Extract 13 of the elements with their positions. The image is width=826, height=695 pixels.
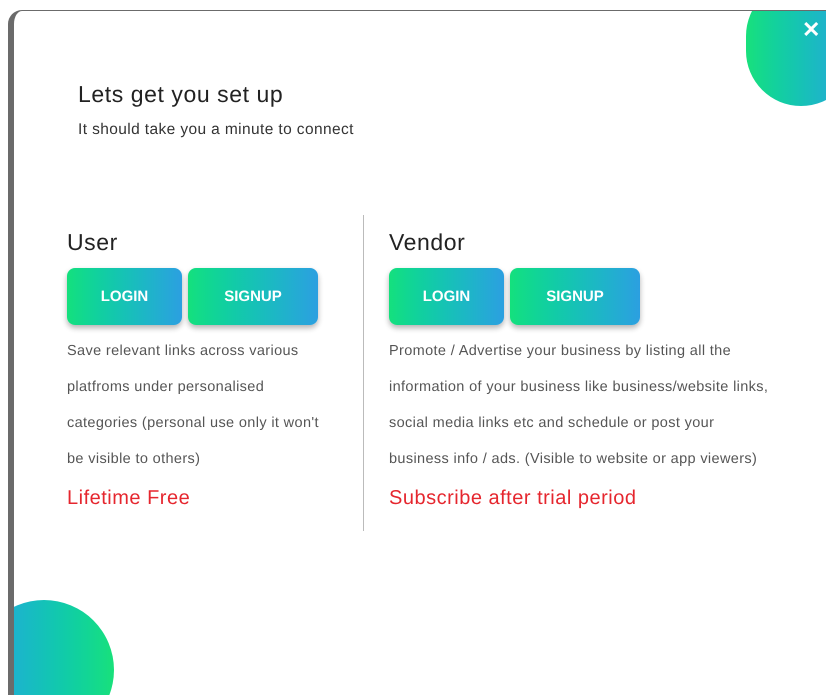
- section-heading: User: [67, 228, 119, 257]
- signup-button[interactable]: SIGNUP: [188, 268, 318, 326]
- dialog-title: Lets get you set up: [78, 80, 284, 109]
- section-description: Promote / Advertise your business by listing all the information of your business like business/website links, social media links etc and schedule or post your business info / ads. (Visible to website or app viewers): [389, 342, 769, 470]
- signup-button[interactable]: SIGNUP: [510, 268, 640, 326]
- section-description: Save relevant links across various platfroms under personalised categories (personal use only it won't be visible to others): [67, 342, 320, 470]
- dialog-subtitle: It should take you a minute to connect: [78, 120, 355, 140]
- login-button[interactable]: LOGIN: [389, 268, 504, 326]
- pricing-note: Lifetime Free: [67, 486, 192, 512]
- close-button[interactable]: ✕: [798, 19, 824, 41]
- section-heading: Vendor: [389, 228, 466, 257]
- login-button[interactable]: LOGIN: [67, 268, 182, 326]
- pricing-note: Subscribe after trial period: [389, 486, 638, 512]
